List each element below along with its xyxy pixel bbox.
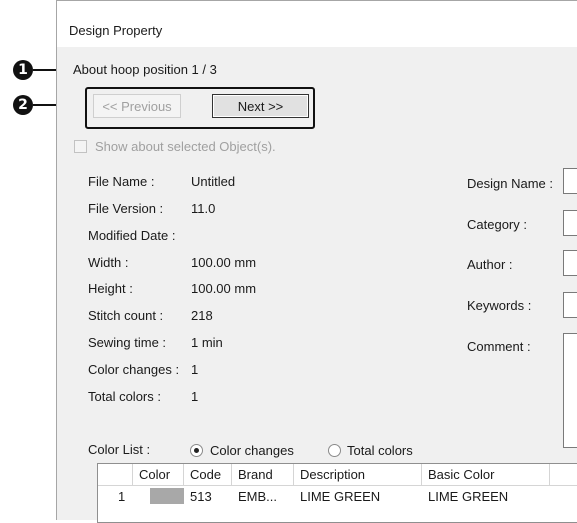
column-header-brand[interactable]: Brand [232, 464, 294, 486]
color-changes-radio-label: Color changes [210, 443, 294, 458]
row-description: LIME GREEN [300, 489, 381, 504]
dialog-title: Design Property [69, 23, 163, 38]
row-code: 513 [190, 489, 212, 504]
keywords-label: Keywords : [467, 298, 532, 313]
color-list-header: Color Code Brand Description Basic Color [98, 464, 577, 486]
color-swatch [150, 488, 184, 504]
total-colors-radio[interactable] [328, 444, 341, 457]
column-header-basic-color[interactable]: Basic Color [422, 464, 550, 486]
sewing-time-label: Sewing time : [88, 335, 167, 350]
hoop-position-label: About hoop position 1 / 3 [73, 62, 217, 77]
row-index: 1 [118, 489, 126, 504]
callout-marker-1: 1 [13, 60, 33, 80]
previous-button[interactable]: << Previous [93, 94, 181, 118]
stitch-count-value: 218 [191, 308, 213, 323]
stitch-count-label: Stitch count : [88, 308, 164, 323]
column-header-description[interactable]: Description [294, 464, 422, 486]
category-input[interactable] [563, 210, 577, 236]
height-label: Height : [88, 281, 133, 296]
next-button[interactable]: Next >> [212, 94, 309, 118]
total-colors-label: Total colors : [88, 389, 161, 404]
author-label: Author : [467, 257, 513, 272]
sewing-time-value: 1 min [191, 335, 223, 350]
total-colors-value: 1 [191, 389, 199, 404]
color-changes-radio[interactable] [190, 444, 203, 457]
color-list-table: Color Code Brand Description Basic Color… [97, 463, 577, 523]
dialog-titlebar: Design Property [57, 1, 577, 47]
column-header-index[interactable] [98, 464, 133, 486]
modified-date-label: Modified Date : [88, 228, 176, 243]
file-version-label: File Version : [88, 201, 164, 216]
show-selected-label: Show about selected Object(s). [95, 139, 276, 154]
comment-label: Comment : [467, 339, 531, 354]
column-header-color[interactable]: Color [133, 464, 184, 486]
design-name-input[interactable] [563, 168, 577, 194]
total-colors-radio-label: Total colors [347, 443, 413, 458]
comment-textarea[interactable] [563, 333, 577, 448]
design-name-label: Design Name : [467, 176, 553, 191]
width-value: 100.00 mm [191, 255, 257, 270]
file-name-value: Untitled [191, 174, 236, 189]
keywords-input[interactable] [563, 292, 577, 318]
color-changes-value: 1 [191, 362, 199, 377]
column-header-code[interactable]: Code [184, 464, 232, 486]
author-input[interactable] [563, 250, 577, 276]
height-value: 100.00 mm [191, 281, 257, 296]
category-label: Category : [467, 217, 527, 232]
show-selected-checkbox[interactable] [74, 140, 87, 153]
row-brand: EMB... [238, 489, 278, 504]
row-basic-color: LIME GREEN [428, 489, 509, 504]
callout-marker-2: 2 [13, 95, 33, 115]
color-list-label: Color List : [88, 442, 151, 457]
color-changes-label: Color changes : [88, 362, 180, 377]
file-version-value: 11.0 [191, 201, 216, 216]
file-name-label: File Name : [88, 174, 155, 189]
width-label: Width : [88, 255, 129, 270]
